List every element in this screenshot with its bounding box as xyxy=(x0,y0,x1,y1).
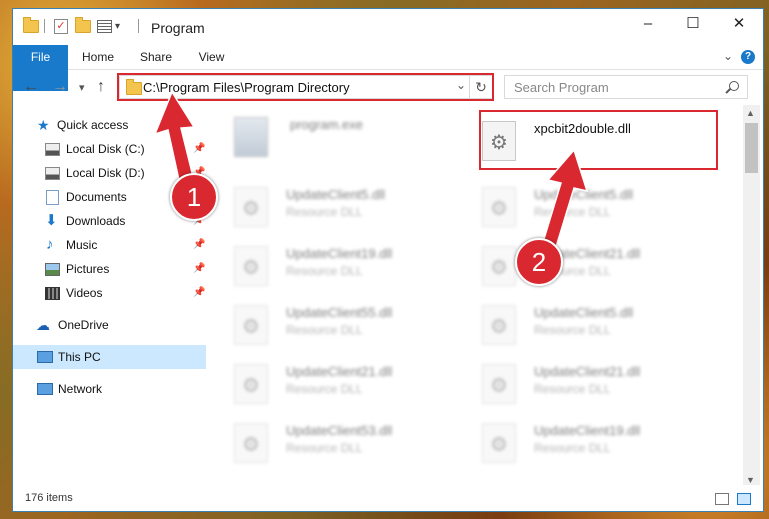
step-badge-1: 1 xyxy=(170,173,218,221)
step-badge-2: 2 xyxy=(515,238,563,286)
annotation-arrows xyxy=(153,90,589,272)
